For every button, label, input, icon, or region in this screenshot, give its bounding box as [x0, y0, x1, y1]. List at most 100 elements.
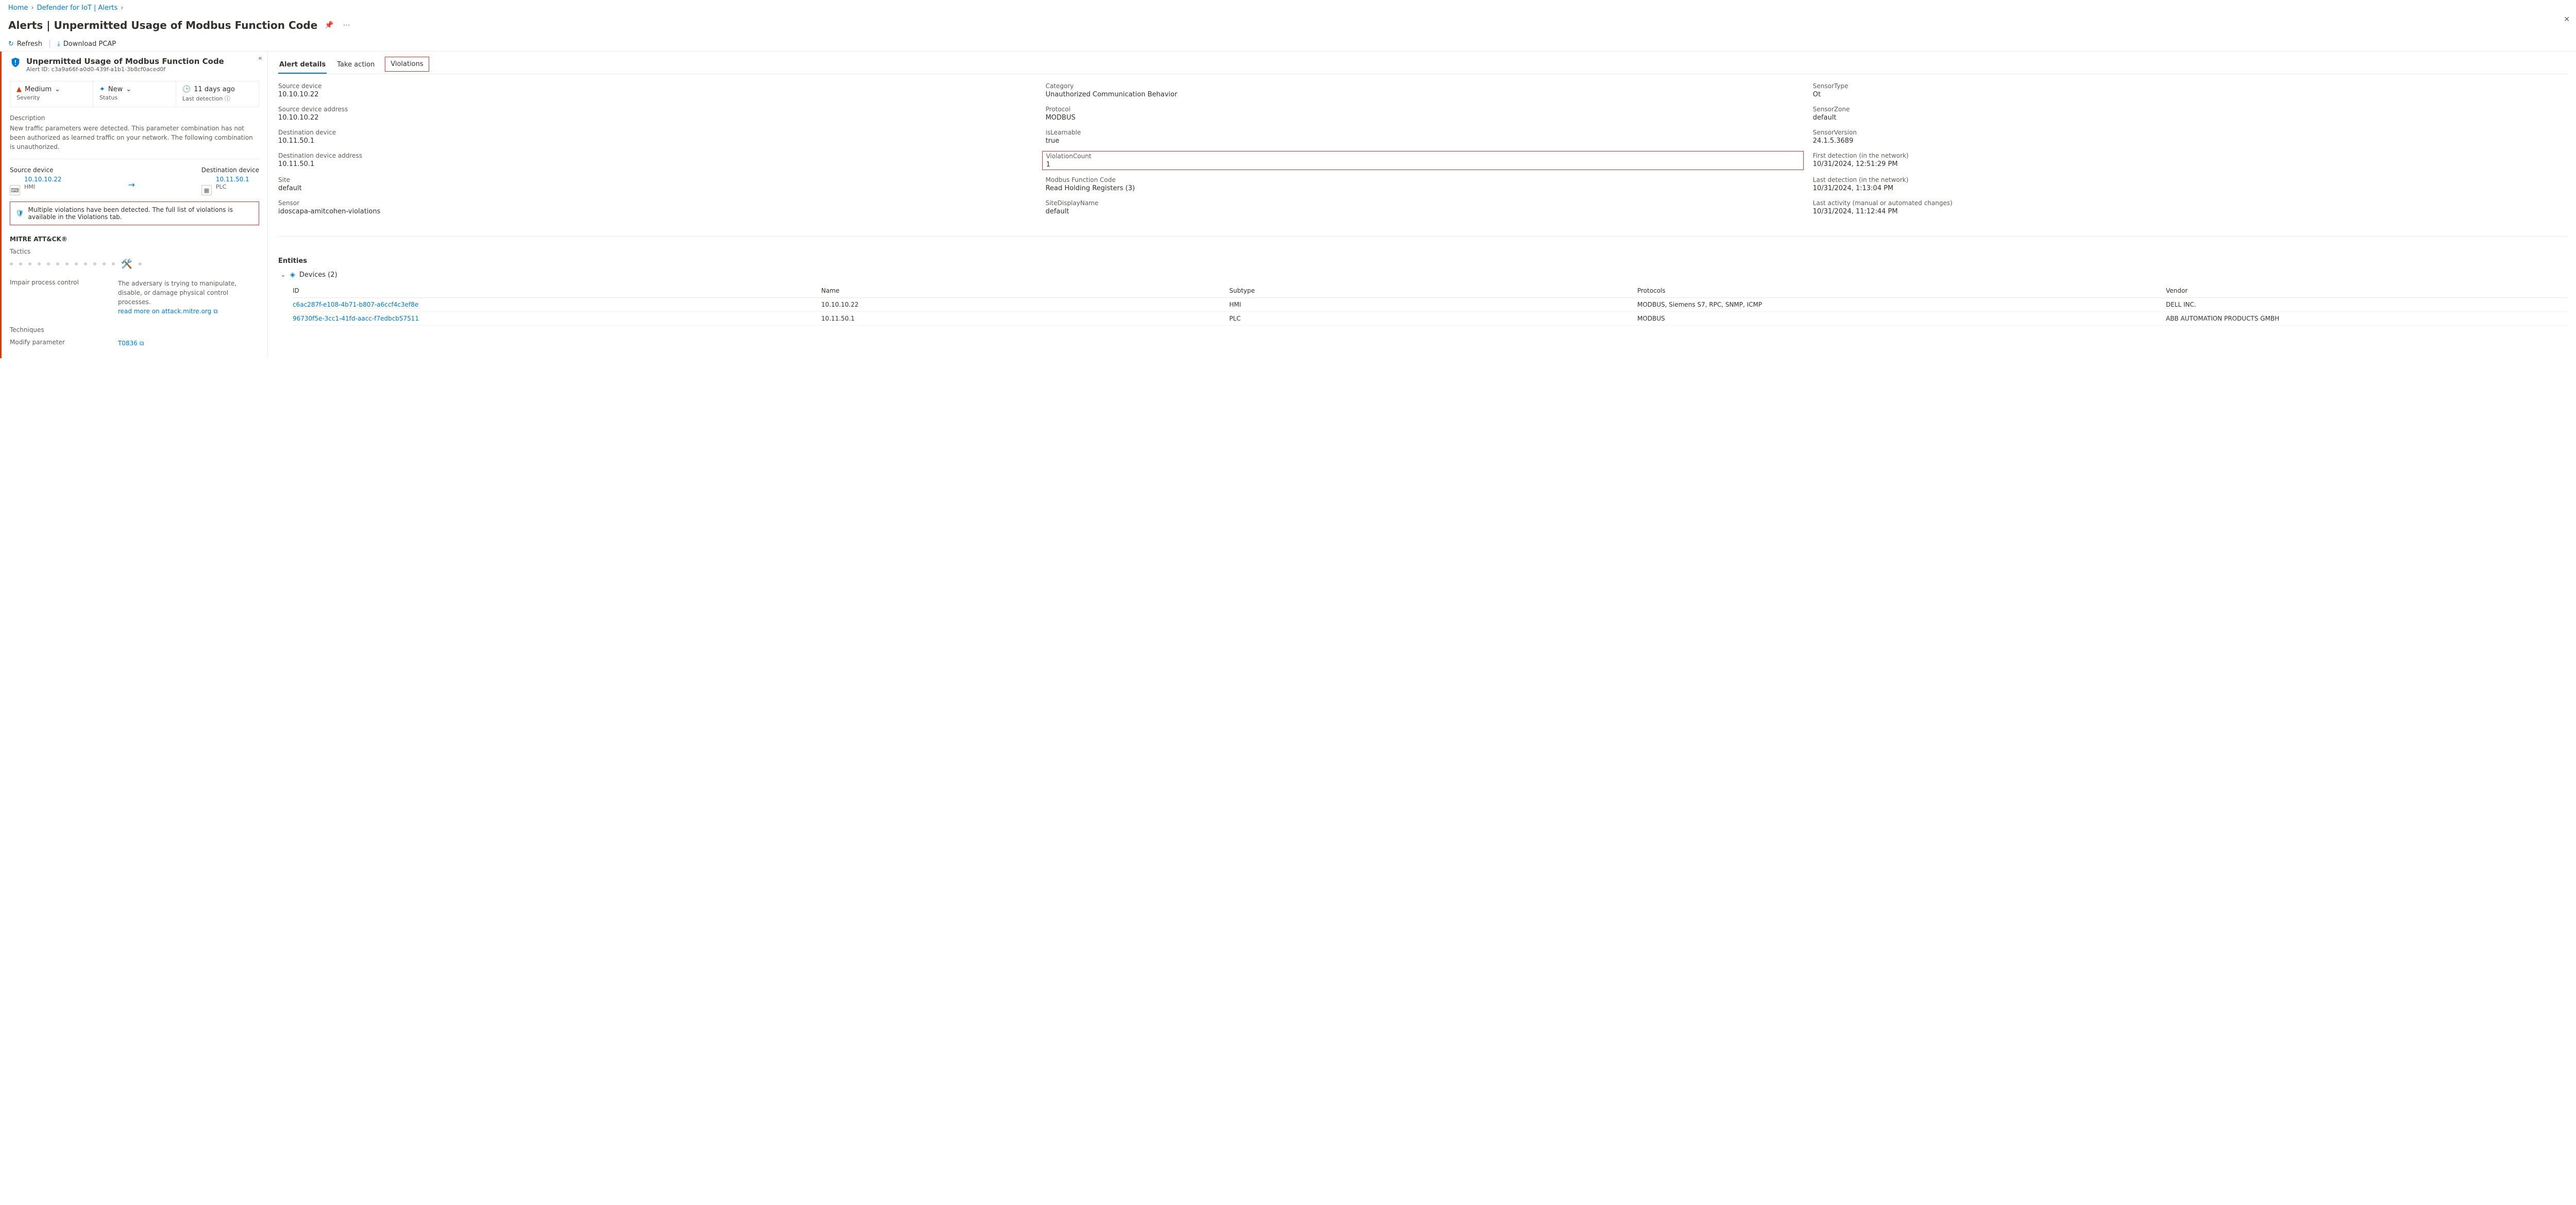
entity-vendor: ABB AUTOMATION PRODUCTS GMBH [2166, 315, 2568, 322]
severity-value: Medium [25, 86, 52, 93]
collapse-icon[interactable]: « [258, 55, 262, 62]
entity-protocols: MODBUS, Siemens S7, RPC, SNMP, ICMP [1637, 301, 2160, 308]
detail-first-detection: First detection (in the network)10/31/20… [1813, 152, 2568, 169]
mitre-read-more-link[interactable]: read more on attack.mitre.org ⧉ [118, 307, 218, 316]
alert-header: Unpermitted Usage of Modbus Function Cod… [10, 57, 259, 77]
tactic-active-icon[interactable]: 🛠️ [121, 258, 132, 270]
detail-last-detection: Last detection (in the network)10/31/202… [1813, 176, 2568, 192]
tabs: Alert details Take action Violations [278, 57, 2568, 74]
techniques-label: Techniques [10, 326, 259, 333]
entities-header-row: ID Name Subtype Protocols Vendor [293, 284, 2568, 298]
tactic-dot [103, 262, 106, 265]
download-pcap-button[interactable]: ⤓ Download PCAP [57, 40, 116, 48]
external-link-icon: ⧉ [213, 307, 218, 316]
entity-row[interactable]: c6ac287f-e108-4b71-b807-a6ccf4c3ef8e 10.… [293, 298, 2568, 312]
source-device-ip[interactable]: 10.10.10.22 [24, 176, 62, 183]
last-detection-label: Last detection ⓘ [182, 94, 252, 103]
detail-site: Sitedefault [278, 176, 1033, 192]
last-detection-cell: 🕒11 days ago Last detection ⓘ [176, 81, 259, 107]
breadcrumb-d4iot[interactable]: Defender for IoT | Alerts [37, 4, 118, 12]
entity-subtype: PLC [1229, 315, 1631, 322]
alert-id-value: c3a9a66f-a0d0-439f-a1b1-3b8cf0aced0f [52, 66, 166, 73]
entity-protocols: MODBUS [1637, 315, 2160, 322]
close-icon[interactable]: ✕ [2564, 15, 2570, 24]
detail-is-learnable: isLearnabletrue [1045, 129, 1800, 145]
detail-sensor-version: SensorVersion24.1.5.3689 [1813, 129, 2568, 145]
status-row: ▲Medium⌄ Severity ✦New⌄ Status 🕒11 days … [10, 81, 259, 107]
detail-source-address: Source device address10.10.10.22 [278, 106, 1033, 122]
last-detection-value: 11 days ago [194, 86, 235, 93]
tactic-dot [38, 262, 41, 265]
entity-id-link[interactable]: c6ac287f-e108-4b71-b807-a6ccf4c3ef8e [293, 301, 815, 308]
tactic-description: The adversary is trying to manipulate, d… [118, 279, 259, 307]
status-cell[interactable]: ✦New⌄ Status [93, 81, 176, 107]
detail-site-display-name: SiteDisplayNamedefault [1045, 199, 1800, 215]
refresh-icon: ↻ [8, 40, 14, 48]
shield-icon: 🛡 [15, 210, 24, 217]
destination-device-label: Destination device [201, 166, 259, 174]
download-icon: ⤓ [57, 40, 60, 48]
mitre-heading: MITRE ATT&CK® [10, 236, 259, 243]
breadcrumb-home[interactable]: Home [8, 4, 28, 12]
alert-title: Unpermitted Usage of Modbus Function Cod… [26, 57, 224, 66]
tactic-dot [56, 262, 59, 265]
technique-name: Modify parameter [10, 339, 103, 348]
shield-icon [10, 57, 21, 68]
refresh-button[interactable]: ↻ Refresh [8, 40, 42, 48]
detail-protocol: ProtocolMODBUS [1045, 106, 1800, 122]
plc-icon: ▦ [201, 185, 212, 195]
tactic-dot [112, 262, 115, 265]
description-text: New traffic parameters were detected. Th… [10, 124, 259, 159]
tactic-dot [84, 262, 87, 265]
source-device: Source device ⌨ 10.10.10.22 HMI [10, 166, 62, 195]
entities-devices-group[interactable]: ⌄ ◈ Devices (2) [278, 271, 2568, 279]
entity-name: 10.11.50.1 [821, 315, 1223, 322]
tab-violations[interactable]: Violations [385, 57, 429, 72]
device-flow: Source device ⌨ 10.10.10.22 HMI → Dest [10, 166, 259, 195]
entities-table: ID Name Subtype Protocols Vendor c6ac287… [278, 284, 2568, 326]
tactics-timeline: 🛠️ [10, 258, 259, 270]
tactic-dot [28, 262, 31, 265]
more-icon[interactable]: ⋯ [341, 20, 352, 30]
warning-icon: ▲ [16, 86, 22, 93]
external-link-icon: ⧉ [140, 339, 144, 348]
chevron-down-icon: ⌄ [126, 86, 131, 93]
detail-category: CategoryUnauthorized Communication Behav… [1045, 82, 1800, 98]
clock-icon: 🕒 [182, 86, 191, 93]
tactic-dot [47, 262, 50, 265]
alert-id-label: Alert ID: [26, 66, 49, 73]
devices-icon: ◈ [290, 271, 295, 279]
destination-device: Destination device ▦ 10.11.50.1 PLC [201, 166, 259, 195]
col-vendor: Vendor [2166, 287, 2568, 294]
tab-alert-details[interactable]: Alert details [278, 57, 327, 74]
sparkle-icon: ✦ [99, 86, 105, 93]
detail-sensor: Sensoridoscapa-amitcohen-violations [278, 199, 1033, 215]
tactic-dot [65, 262, 69, 265]
description-label: Description [10, 114, 259, 122]
refresh-label: Refresh [17, 40, 42, 48]
technique-detail: Modify parameter T0836 ⧉ [10, 339, 259, 348]
destination-device-type: PLC [216, 183, 249, 190]
col-subtype: Subtype [1229, 287, 1631, 294]
tactic-dot [139, 262, 142, 265]
detail-sensor-zone: SensorZonedefault [1813, 106, 2568, 122]
entity-id-link[interactable]: 96730f5e-3cc1-41fd-aacc-f7edbcb57511 [293, 315, 815, 322]
tactic-dot [75, 262, 78, 265]
detail-dest-address: Destination device address10.11.50.1 [278, 152, 1033, 169]
tab-take-action[interactable]: Take action [336, 57, 376, 74]
destination-device-ip[interactable]: 10.11.50.1 [216, 176, 249, 183]
technique-link[interactable]: T0836 ⧉ [118, 339, 144, 348]
info-icon[interactable]: ⓘ [225, 95, 230, 102]
col-protocols: Protocols [1637, 287, 2160, 294]
tactic-name: Impair process control [10, 279, 103, 316]
pin-icon[interactable]: 📌 [323, 20, 335, 30]
alert-id: Alert ID: c3a9a66f-a0d0-439f-a1b1-3b8cf0… [26, 66, 224, 73]
chevron-down-icon[interactable]: ⌄ [280, 271, 286, 279]
detail-violation-count: ViolationCount1 [1042, 151, 1803, 170]
page-title: Alerts | Unpermitted Usage of Modbus Fun… [8, 19, 317, 31]
entity-row[interactable]: 96730f5e-3cc1-41fd-aacc-f7edbcb57511 10.… [293, 312, 2568, 326]
severity-cell[interactable]: ▲Medium⌄ Severity [10, 81, 93, 107]
hmi-icon: ⌨ [10, 185, 20, 195]
detail-grid: Source device10.10.10.22 CategoryUnautho… [278, 82, 2568, 237]
left-pane: « Unpermitted Usage of Modbus Function C… [0, 52, 268, 358]
